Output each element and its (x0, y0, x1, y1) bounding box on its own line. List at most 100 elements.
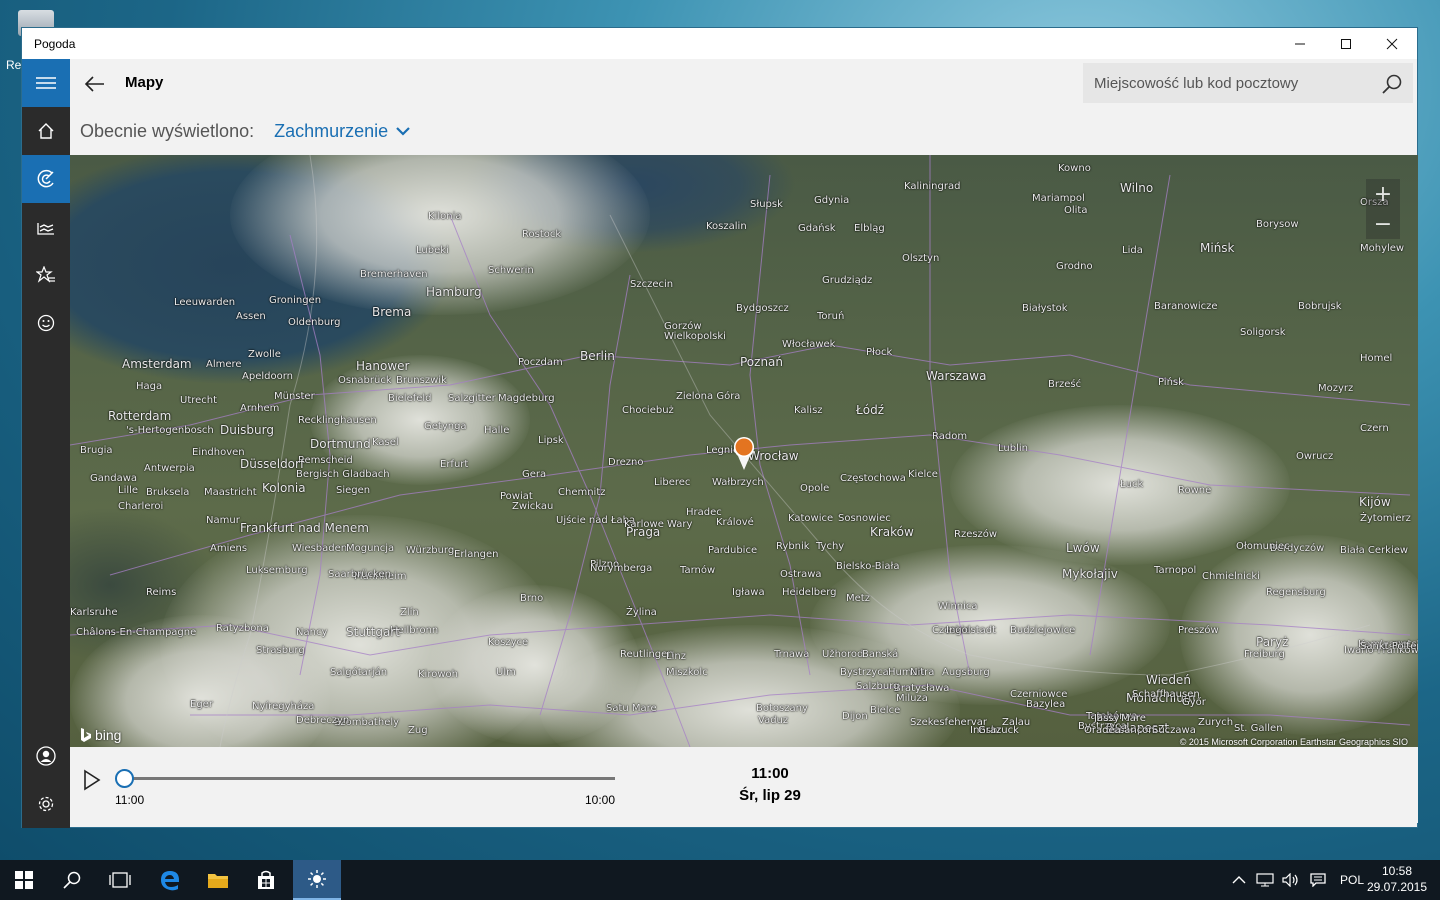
weather-map[interactable]: Kowno Wilno Kaliningrad Mariampol Olita Gdyni… (70, 155, 1418, 747)
timeline-slider-thumb[interactable] (115, 769, 134, 788)
system-tray: POL (1232, 860, 1364, 900)
minimize-button[interactable] (1277, 28, 1323, 59)
map-city-label: Brugia (80, 445, 113, 456)
map-city-label: Tarnopol (1154, 565, 1197, 576)
layer-label: Obecnie wyświetlono: (80, 120, 255, 141)
play-icon[interactable] (82, 769, 102, 791)
map-city-label: Groningen (269, 295, 322, 306)
map-city-label: Arnhem (240, 403, 280, 414)
language-indicator[interactable]: POL (1340, 873, 1364, 887)
map-city-label: Rowne (1178, 485, 1212, 496)
map-city-label: Mińsk (1200, 241, 1235, 255)
map-copyright: © 2015 Microsoft Corporation Earthstar G… (1179, 737, 1408, 747)
map-city-label: St. Gallen (1234, 723, 1283, 734)
sidebar-item-settings[interactable] (22, 780, 70, 828)
taskbar-store[interactable] (242, 860, 290, 900)
map-city-label: Kijów (1359, 495, 1391, 509)
taskbar-search-button[interactable] (48, 860, 96, 900)
timeline-start-time: 11:00 (115, 793, 145, 807)
map-city-label: Assen (236, 311, 266, 322)
minimize-icon (1295, 43, 1305, 44)
map-city-label: Regensburg (1266, 587, 1326, 598)
taskbar-weather-app[interactable] (293, 860, 341, 900)
map-city-label: Preszów (1178, 625, 1219, 636)
sidebar-item-historical[interactable] (22, 203, 70, 251)
map-city-label: Poznań (740, 355, 784, 369)
sidebar-item-feedback[interactable] (22, 299, 70, 347)
store-bag-icon (258, 870, 274, 889)
taskbar-file-explorer[interactable] (194, 860, 242, 900)
location-pin-icon[interactable] (731, 435, 757, 471)
map-city-label: Brunszwik (396, 375, 447, 386)
map-city-label: Pińsk (1158, 377, 1184, 388)
maximize-icon (1341, 38, 1351, 49)
zoom-out-button[interactable]: − (1366, 209, 1400, 239)
zoom-in-button[interactable]: + (1366, 179, 1400, 209)
map-city-label: Sankt Pölten (1360, 641, 1418, 652)
map-city-label: Biała Cerkiew (1340, 545, 1409, 556)
map-city-label: Zug (408, 725, 428, 736)
map-city-label: Szekesfehervar (910, 717, 987, 728)
search-input[interactable] (1094, 64, 1374, 102)
map-city-label: Tychy (816, 541, 845, 552)
map-city-label: Warszawa (926, 369, 987, 383)
search-box[interactable] (1083, 63, 1413, 103)
taskbar-clock[interactable]: 10:58 29.07.2015 (1362, 863, 1432, 895)
map-city-label: Augsburg (942, 667, 990, 678)
chevron-up-icon[interactable] (1232, 875, 1246, 885)
map-city-label: Koszyce (488, 637, 529, 648)
hamburger-menu-button[interactable] (22, 59, 70, 107)
map-city-label: Sosnowiec (838, 513, 891, 524)
bing-logo: bing (80, 727, 121, 743)
map-city-label: Miszkolc (666, 667, 708, 678)
map-city-label: Amiens (210, 543, 248, 554)
layer-dropdown[interactable]: Zachmurzenie (274, 121, 410, 142)
map-city-label: Oradea (1084, 725, 1121, 736)
historical-weather-icon (37, 223, 54, 235)
sidebar-item-account[interactable] (22, 732, 70, 780)
back-button[interactable] (82, 71, 108, 97)
map-city-label: Debreczyn (296, 715, 350, 726)
map-city-label: Namur (206, 515, 240, 526)
map-city-label: Suczawa (1152, 725, 1196, 736)
sidebar-item-favorites[interactable] (22, 251, 70, 299)
taskbar-edge[interactable] (146, 860, 194, 900)
map-city-label: Gandawa (90, 473, 137, 484)
task-view-button[interactable] (96, 860, 144, 900)
start-button[interactable] (0, 860, 48, 900)
action-center-icon[interactable] (1310, 873, 1326, 887)
map-city-label: Olsztyn (902, 253, 940, 264)
timeline-track[interactable] (124, 777, 615, 780)
map-city-label: Rotterdam (108, 409, 172, 423)
sidebar-item-maps[interactable] (22, 155, 70, 203)
map-city-label: Zurych (1198, 717, 1234, 728)
map-city-label: Kolonia (262, 481, 306, 495)
search-icon[interactable] (1380, 72, 1404, 96)
map-city-label: Leeuwarden (174, 297, 236, 308)
map-city-label: Châlons-En-Champagne (76, 627, 197, 638)
network-icon[interactable] (1256, 873, 1274, 887)
map-city-label: Bielefeld (388, 393, 432, 404)
title-bar[interactable]: Pogoda (22, 28, 1417, 59)
map-city-label: Ostrawa (780, 569, 822, 580)
maximize-button[interactable] (1323, 28, 1369, 59)
map-city-label: Chociebuż (622, 405, 674, 416)
map-city-label: Wałbrzych (712, 477, 764, 488)
map-city-label: Łódź (856, 403, 885, 417)
volume-icon[interactable] (1282, 873, 1300, 887)
map-city-label: Münster (274, 391, 315, 402)
desktop-icon-label: Re (6, 58, 22, 72)
map-city-label: Užhorod (822, 649, 864, 660)
back-arrow-icon (84, 76, 104, 92)
map-city-label: Freiburg (1244, 649, 1285, 660)
map-city-label: Soligorsk (1240, 327, 1286, 338)
sidebar-item-home[interactable] (22, 107, 70, 155)
map-city-label: Kowno (1058, 163, 1091, 174)
map-city-label: Trnawa (774, 649, 810, 660)
close-button[interactable] (1369, 28, 1415, 59)
map-city-label: Toruń (817, 311, 845, 322)
map-city-label: Erlangen (454, 549, 499, 560)
map-city-label: Mohylew (1360, 243, 1405, 254)
map-city-label: Stuttgart (346, 625, 400, 639)
map-city-label: Charleroi (118, 501, 164, 512)
